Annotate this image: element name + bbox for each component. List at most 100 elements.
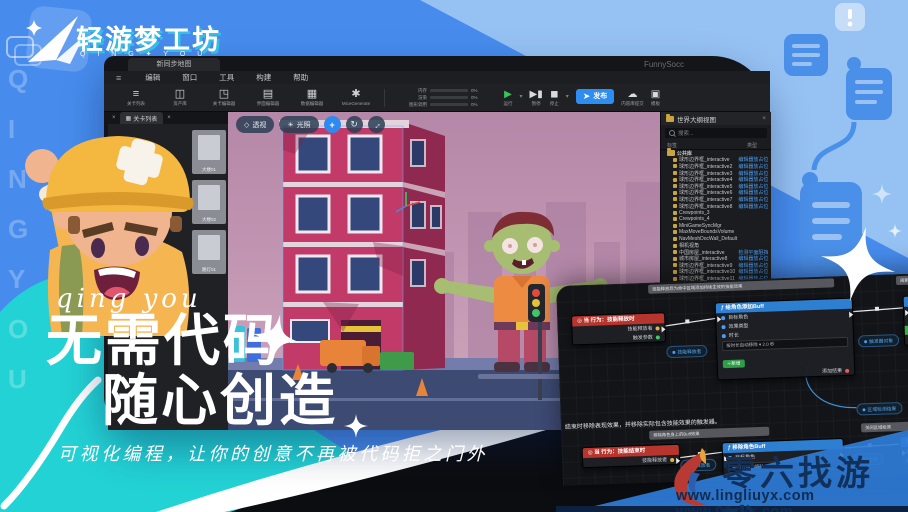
object-icon <box>673 217 677 221</box>
outliner-item-name: 球形边界框_interactive8 <box>679 203 738 210</box>
scale-tool-button[interactable]: ↔ <box>368 116 385 133</box>
perspective-button[interactable]: ◇ 透视 <box>236 116 274 133</box>
node-port[interactable]: 触发参数 <box>573 332 665 344</box>
template-icon: ▣ <box>651 89 660 101</box>
port-label: 效果类型 <box>728 322 748 330</box>
hero-star-icon <box>248 310 304 366</box>
exec-pin-out[interactable] <box>661 326 665 332</box>
toolbar-label: MiceGenerate <box>334 101 378 106</box>
menu-构建[interactable]: 构建 <box>256 72 271 83</box>
playbar-运行[interactable]: ▶运行 <box>504 89 513 107</box>
playbar-停止[interactable]: ◼停止 <box>550 89 559 107</box>
add-button[interactable]: ＋新增 <box>723 359 745 368</box>
port-label: 技能释放者 <box>627 325 652 333</box>
menu-窗口[interactable]: 窗口 <box>182 72 197 83</box>
hamburger-icon[interactable]: ≡ <box>116 73 121 83</box>
vertical-letter: Q <box>8 64 28 95</box>
object-icon <box>673 244 677 248</box>
pin-dot <box>862 408 865 411</box>
perf-label: 渲染 <box>395 95 427 101</box>
document-icon <box>846 68 892 120</box>
perf-row: 渲染 0% <box>395 95 478 101</box>
pin-dot[interactable] <box>721 325 725 329</box>
small-star-icon <box>872 184 892 204</box>
generate-icon: ✱ <box>334 88 378 100</box>
lighting-button[interactable]: ☀ 光照 <box>279 116 318 133</box>
port-label: 触发参数 <box>633 334 653 342</box>
outliner-row[interactable]: Crewpoints_3 <box>661 209 771 216</box>
hero-tagline: 可视化编程，让你的创意不再被代码拒之门外 <box>58 440 488 466</box>
script-node[interactable]: ƒ 判断区域周期间隔 秒 ▾ƒ 当区域检测到角色● 进入角色离开位置 ◆ <box>903 292 908 346</box>
move-tool-button[interactable]: + <box>324 116 341 133</box>
pin-dot[interactable] <box>656 335 660 339</box>
outliner-columns: 标签 类型 <box>661 141 771 150</box>
outliner-title: 世界大纲视图 <box>677 114 716 124</box>
ui-editor-icon: ▤ <box>246 88 290 100</box>
exec-pin-in[interactable] <box>717 316 721 322</box>
performance-meters: 内存0%渲染0%图形调用0% <box>395 88 478 108</box>
object-icon <box>673 277 677 281</box>
object-icon <box>673 270 677 274</box>
chevron-down-icon[interactable]: ▾ <box>520 93 523 100</box>
wire-label: 区域检测结果 <box>867 405 896 413</box>
object-icon <box>673 178 677 182</box>
perf-bar <box>430 89 468 92</box>
object-icon <box>673 158 677 162</box>
map-tab[interactable]: 新同步地图 <box>128 58 220 71</box>
outliner-item-name: MiniGameSyncMgr <box>679 223 738 229</box>
small-star-icon <box>888 224 902 238</box>
script-node[interactable]: ◎ 当 行为：技能释放时技能释放者触发参数 <box>571 312 666 345</box>
pin-dot[interactable] <box>845 368 849 372</box>
play-controls: ▶运行 ▾ ▶▮暂停 ◼停止 ▾ ➤发布 ☁内容库提交 ▣模板 <box>504 89 661 107</box>
object-icon <box>673 164 677 168</box>
perf-bar <box>430 96 468 99</box>
playbar-暂停[interactable]: ▶▮暂停 <box>530 89 543 107</box>
toolbar-button-数据编辑器[interactable]: ▦数据编辑器 <box>290 88 334 107</box>
wire-label: 触发器对象 <box>869 337 893 345</box>
paper-plane-icon: ➤ <box>583 90 591 102</box>
toolbar-button-界面编辑器[interactable]: ▤界面编辑器 <box>246 88 290 107</box>
chevron-down-icon[interactable]: ▾ <box>566 93 569 100</box>
menu-工具[interactable]: 工具 <box>219 72 234 83</box>
outliner-row[interactable]: MiniGameSyncMgr <box>661 223 771 230</box>
folder-icon <box>667 150 675 156</box>
perf-value: 0% <box>471 95 478 100</box>
rotate-tool-button[interactable]: ↻ <box>346 116 363 133</box>
exec-pin-out[interactable] <box>849 312 853 318</box>
menu-帮助[interactable]: 帮助 <box>293 72 308 83</box>
windows <box>297 136 441 292</box>
outliner-row[interactable]: MaxMoveBoundsVolume <box>661 229 771 236</box>
port-label: 时长 <box>729 332 739 339</box>
toolbar-内容库提交[interactable]: ☁内容库提交 <box>621 89 644 107</box>
toolbar-button-MiceGenerate[interactable]: ✱MiceGenerate <box>334 88 378 107</box>
library-upload-icon: ☁ <box>621 89 644 101</box>
outliner-item-name: Crewpoints_4 <box>679 216 738 222</box>
playbar-label: 停止 <box>550 101 559 107</box>
watermark-url-2: www.06zyx.com <box>676 504 793 512</box>
port-label: 目标角色 <box>728 313 748 321</box>
node-title: ƒ 判断区域 <box>904 293 908 307</box>
search-icon <box>669 130 675 136</box>
script-node[interactable]: ƒ 给角色添加Buff目标角色效果类型时长按时长自动移除 ▾ 2.0 秒＋新增添… <box>715 298 856 381</box>
close-icon[interactable]: × <box>762 115 766 122</box>
playbar-label: 运行 <box>504 101 513 107</box>
pin-dot[interactable] <box>722 334 726 338</box>
pin-dot[interactable] <box>655 326 659 330</box>
toolbar-模板[interactable]: ▣模板 <box>651 89 660 107</box>
pink-building <box>279 120 445 370</box>
step-icon: ▶▮ <box>530 89 543 101</box>
pin-dot[interactable] <box>721 316 725 320</box>
outliner-row[interactable]: Crewpoints_4 <box>661 216 771 223</box>
outliner-search[interactable]: 搜索... <box>665 128 767 138</box>
divider <box>384 89 385 107</box>
toolbar-label: 内容库提交 <box>621 101 644 107</box>
wire-label: 技能释放者 <box>677 347 701 355</box>
outliner-row[interactable]: 球形边界框_interactive8编辑器放占位 <box>661 203 771 210</box>
brand-subtitle: Q I N G ✦ Y O U <box>80 50 207 58</box>
object-icon <box>673 257 677 261</box>
publish-button[interactable]: ➤发布 <box>576 89 615 104</box>
cube-icon: ◇ <box>244 121 249 129</box>
menu-编辑[interactable]: 编辑 <box>145 72 160 83</box>
play-icon: ▶ <box>504 89 513 101</box>
object-icon <box>673 204 677 208</box>
